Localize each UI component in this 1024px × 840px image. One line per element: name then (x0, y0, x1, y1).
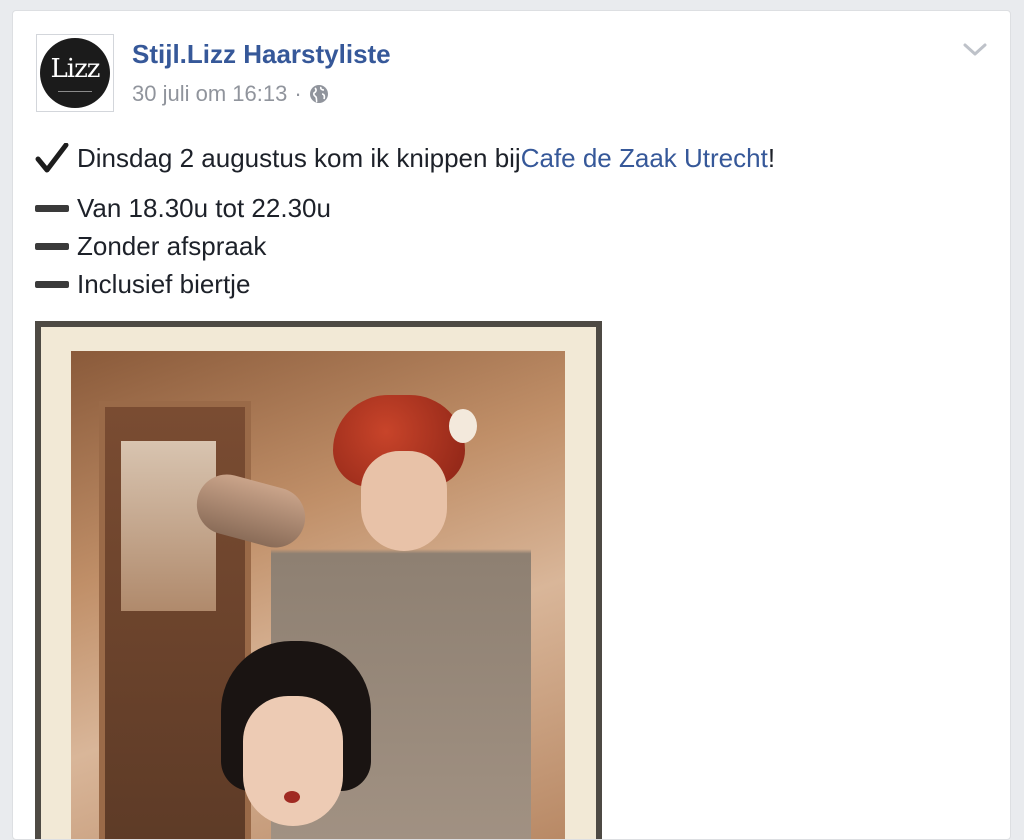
item-text: Zonder afspraak (77, 231, 267, 261)
check-mark-icon (35, 143, 69, 173)
post-line-announcement: Dinsdag 2 augustus kom ik knippen bij Ca… (35, 139, 985, 177)
item-text: Inclusief biertje (77, 269, 251, 299)
photo-hair-flower (449, 409, 477, 443)
heavy-minus-icon (35, 280, 69, 288)
photo-client-mouth (284, 791, 300, 803)
chevron-down-icon[interactable] (962, 39, 988, 59)
announcement-end: ! (767, 143, 776, 173)
post-line-item: Van 18.30u tot 22.30u (35, 189, 985, 227)
avatar-logo-line (58, 91, 92, 92)
page-name-link[interactable]: Stijl.Lizz Haarstyliste (132, 39, 391, 70)
globe-icon[interactable] (309, 84, 329, 104)
photo-scene (71, 351, 565, 839)
post-meta: 30 juli om 16:13 · (132, 81, 329, 107)
post-body: Dinsdag 2 augustus kom ik knippen bij Ca… (35, 139, 985, 303)
heavy-minus-icon (35, 204, 69, 212)
avatar-logo-text: Lizz (50, 54, 101, 84)
page-avatar[interactable]: Lizz (36, 34, 114, 112)
photo-stylist-face (361, 451, 447, 551)
heavy-minus-icon (35, 242, 69, 250)
post-timestamp[interactable]: 30 juli om 16:13 (132, 81, 287, 107)
post-line-item: Zonder afspraak (35, 227, 985, 265)
post-card: Lizz Stijl.Lizz Haarstyliste 30 juli om … (12, 10, 1011, 840)
post-photo[interactable] (35, 321, 602, 839)
photo-mirror (121, 441, 216, 611)
announcement-text: Dinsdag 2 augustus kom ik knippen bij (77, 143, 521, 173)
post-line-item: Inclusief biertje (35, 265, 985, 303)
avatar-logo: Lizz (40, 38, 110, 108)
photo-client-face (243, 696, 343, 826)
item-text: Van 18.30u tot 22.30u (77, 193, 331, 223)
location-link[interactable]: Cafe de Zaak Utrecht (521, 139, 768, 177)
meta-separator: · (294, 81, 302, 106)
